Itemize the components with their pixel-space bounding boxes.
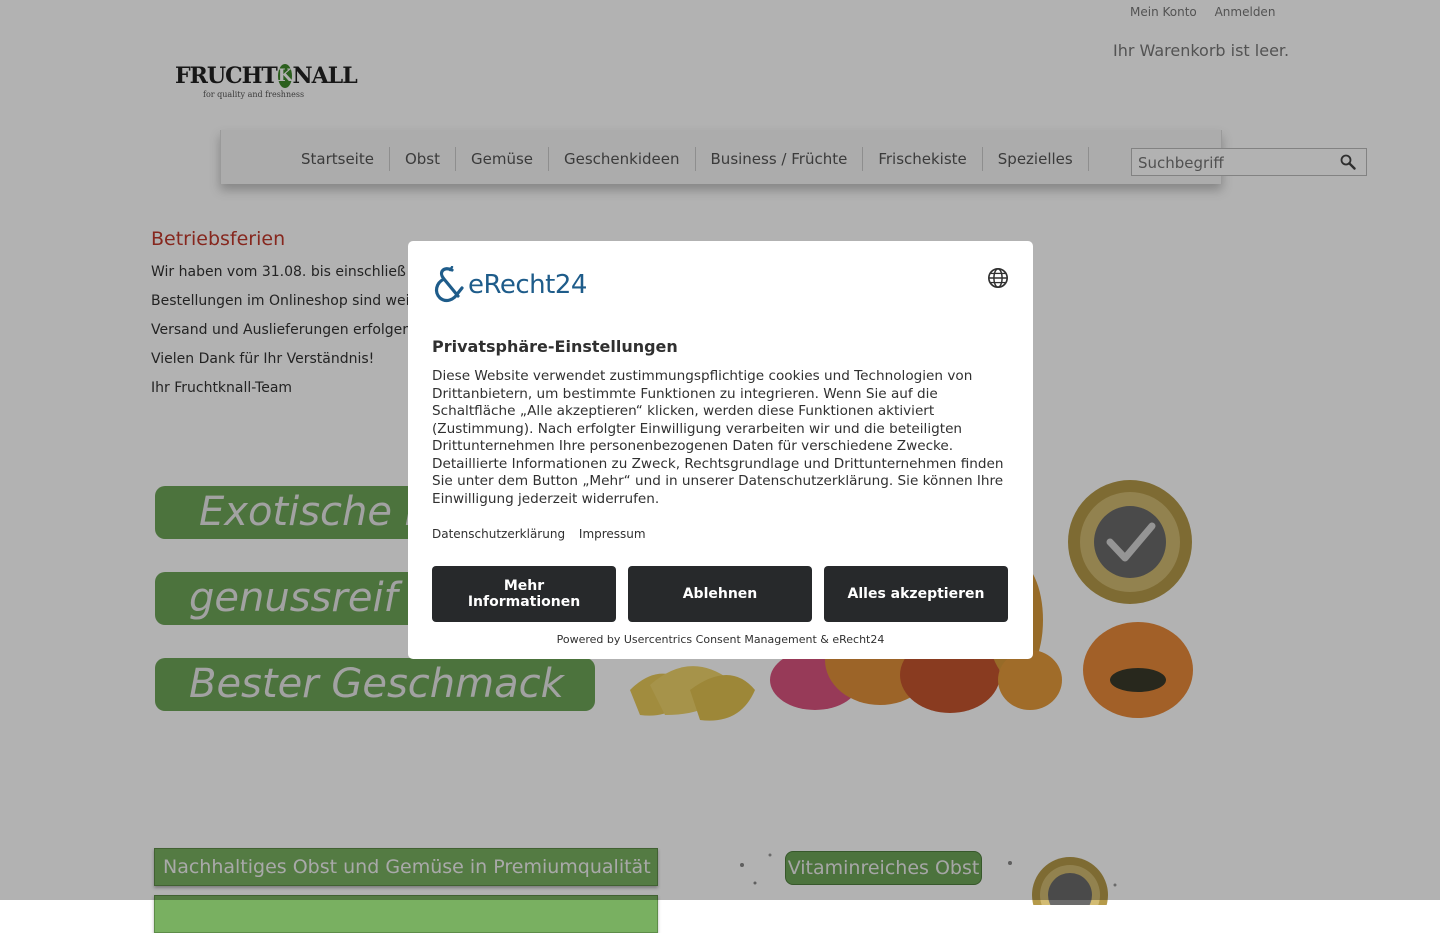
deny-button[interactable]: Ablehnen (628, 566, 812, 622)
consent-dialog: eRecht24 Privatsphäre-Einstellungen Dies… (408, 241, 1033, 659)
erecht24-ampersand-icon (434, 266, 464, 303)
accept-all-button[interactable]: Alles akzeptieren (824, 566, 1008, 622)
consent-links: Datenschutzerklärung Impressum (432, 527, 656, 541)
more-info-label: Mehr Informationen (467, 578, 581, 610)
imprint-link[interactable]: Impressum (579, 527, 646, 541)
erecht24-logo: eRecht24 (432, 266, 587, 304)
privacy-policy-link[interactable]: Datenschutzerklärung (432, 527, 565, 541)
powered-by-text: Powered by Usercentrics Consent Manageme… (556, 633, 885, 646)
feature-bar-second[interactable] (154, 895, 658, 933)
accept-all-label: Alles akzeptieren (847, 586, 985, 602)
consent-description: Diese Website verwendet zustimmungspflic… (432, 368, 1004, 507)
consent-buttons: Mehr Informationen Ablehnen Alles akzept… (432, 566, 1008, 622)
brand-name: eRecht24 (468, 270, 587, 300)
more-info-button[interactable]: Mehr Informationen (432, 566, 616, 622)
language-globe-icon[interactable] (987, 267, 1009, 289)
consent-overlay: eRecht24 Privatsphäre-Einstellungen Dies… (0, 0, 1440, 900)
consent-title: Privatsphäre-Einstellungen (432, 337, 678, 356)
deny-label: Ablehnen (682, 586, 758, 602)
